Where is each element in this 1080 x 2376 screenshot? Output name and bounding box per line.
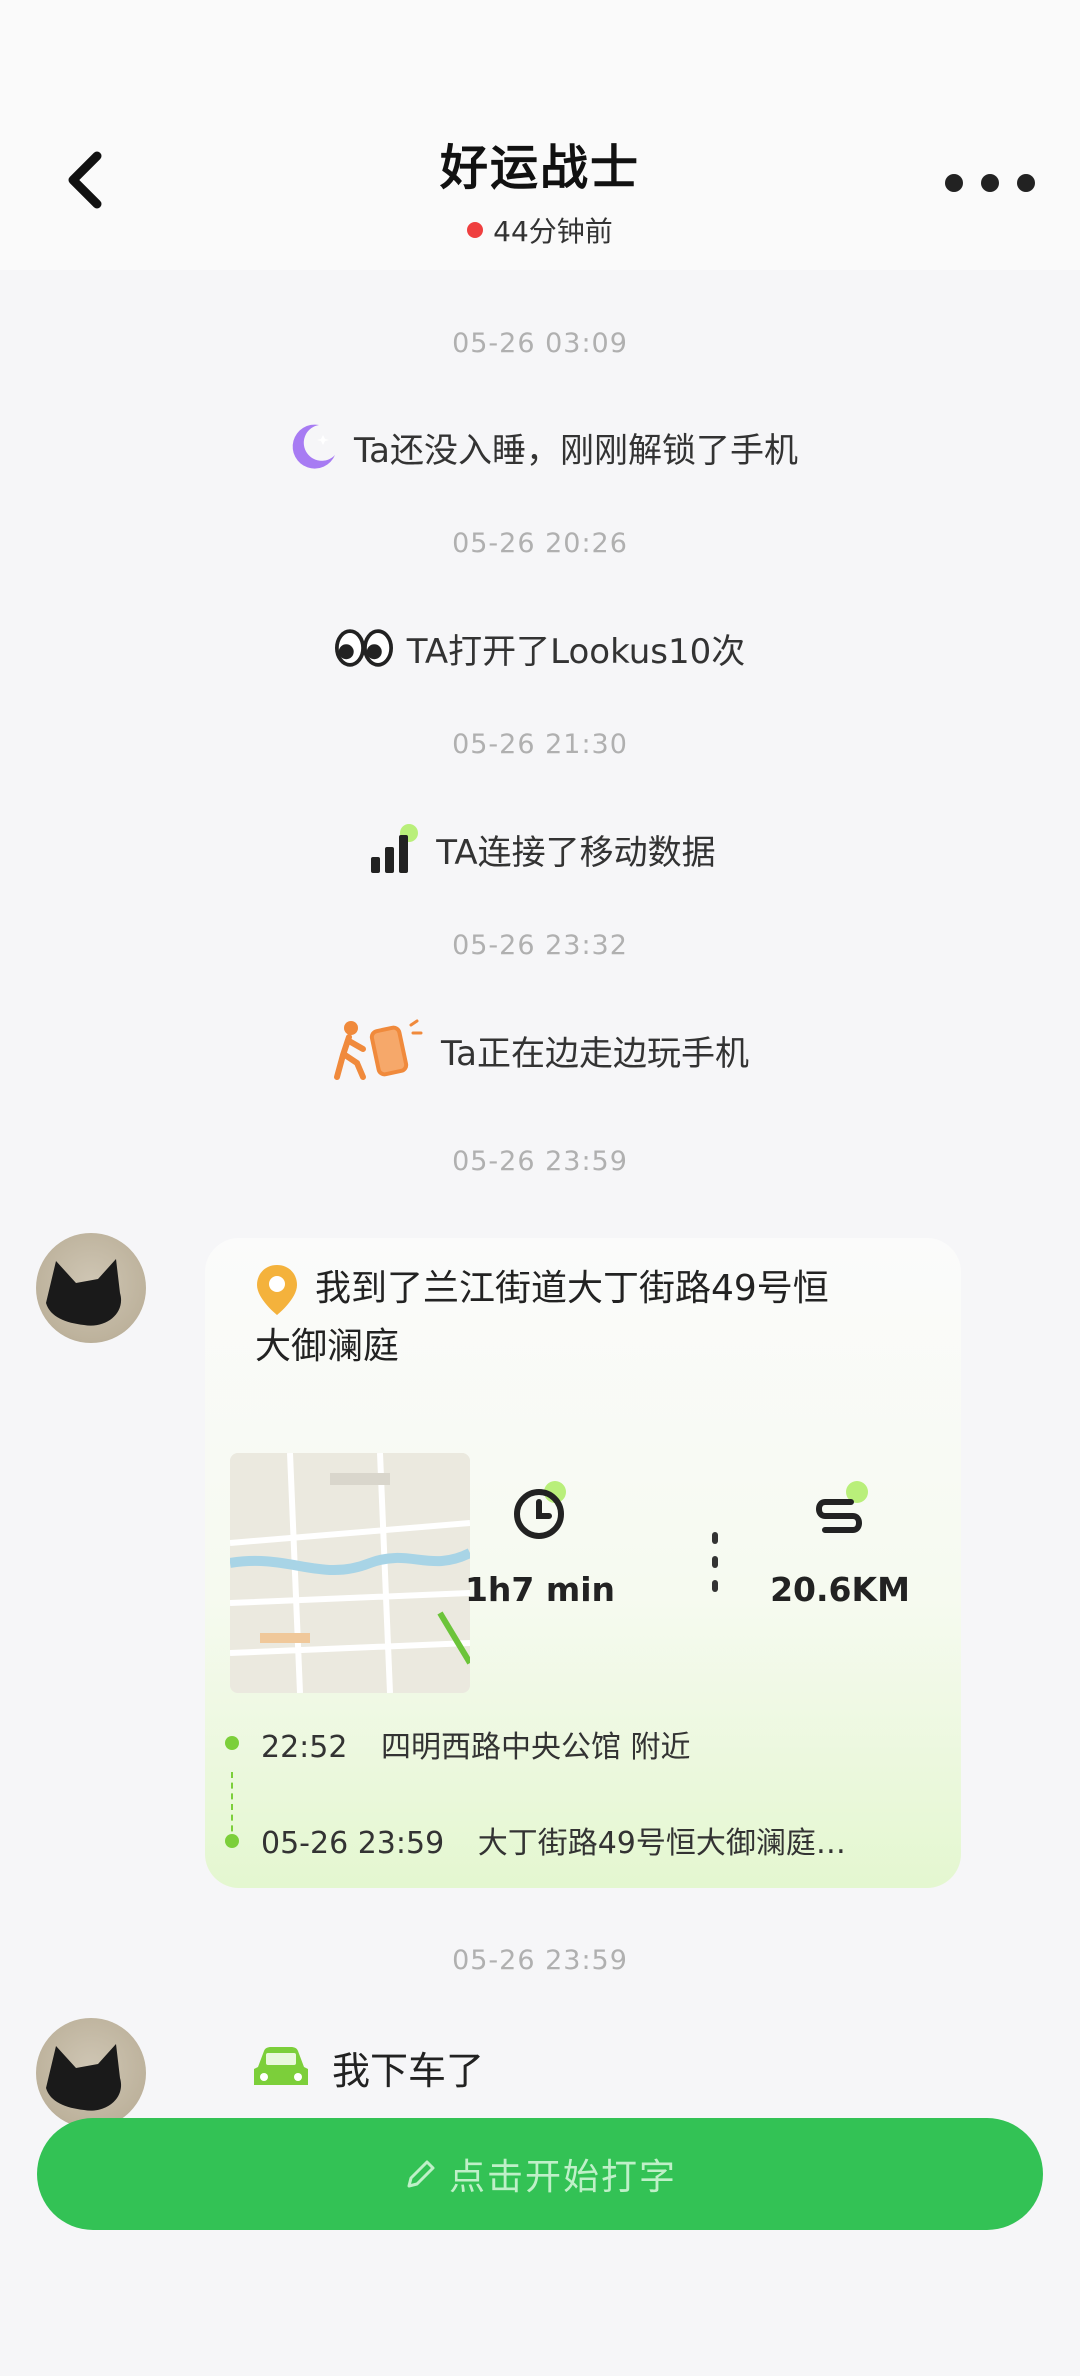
route-start: 22:52 四明西路中央公馆 附近 (261, 1722, 691, 1766)
location-title: 我到了兰江街道大丁街路49号恒大御澜庭 (255, 1260, 855, 1376)
event-text: TA打开了Lookus10次 (406, 631, 746, 672)
message-bubble: 我下车了 (250, 2040, 484, 2095)
car-icon (254, 2046, 308, 2085)
map-image (230, 1453, 470, 1693)
duration-stat: 1h7 min (435, 1478, 645, 1609)
event-text: Ta正在边走边玩手机 (441, 1033, 749, 1074)
signal-icon (364, 820, 422, 878)
more-button[interactable] (945, 165, 1035, 201)
timestamp: 05-26 23:32 (452, 930, 628, 961)
route-end-dot (225, 1834, 239, 1848)
last-seen-text: 44分钟前 (493, 215, 613, 248)
cat-avatar-image (46, 2044, 122, 2111)
timestamp: 05-26 23:59 (452, 1945, 628, 1976)
pencil-icon (407, 2160, 435, 2188)
event-text: Ta还没入睡，刚刚解锁了手机 (354, 430, 798, 471)
route-start-place: 四明西路中央公馆 附近 (381, 1730, 691, 1765)
location-pin-icon (257, 1265, 297, 1315)
status-dot (467, 222, 484, 238)
more-dot (981, 174, 999, 192)
route-connector (231, 1772, 233, 1842)
timestamp: 05-26 03:09 (452, 328, 628, 359)
cat-avatar-image (46, 1259, 122, 1326)
event-row: Ta还没入睡，刚刚解锁了手机 (0, 418, 1080, 476)
route-icon (816, 1481, 868, 1533)
clock-icon (514, 1481, 566, 1539)
divider-dash (712, 1532, 718, 1544)
divider-dash (712, 1580, 718, 1592)
route-start-time: 22:52 (261, 1730, 348, 1765)
event-row: TA打开了Lookus10次 (0, 619, 1080, 677)
timestamp: 05-26 23:59 (452, 1146, 628, 1177)
duration-value: 1h7 min (464, 1570, 616, 1609)
online-status: 44分钟前 (0, 210, 1080, 250)
more-dot (1017, 174, 1035, 192)
moon-icon (282, 418, 340, 476)
event-row: TA连接了移动数据 (0, 820, 1080, 878)
location-card[interactable]: 我到了兰江街道大丁街路49号恒大御澜庭 1h7 min 20.6KM 22:52… (205, 1238, 961, 1888)
page-title: 好运战士 (439, 140, 640, 196)
timestamp: 05-26 21:30 (452, 729, 628, 760)
route-map-thumbnail[interactable] (230, 1453, 470, 1693)
input-placeholder: 点击开始打字 (448, 2157, 677, 2198)
start-typing-button[interactable]: 点击开始打字 (37, 2118, 1043, 2230)
route-end-time: 05-26 23:59 (261, 1826, 445, 1861)
walking-phone-icon (331, 1018, 427, 1082)
more-dot (945, 174, 963, 192)
location-title-text: 我到了兰江街道大丁街路49号恒大御澜庭 (255, 1268, 829, 1367)
route-end: 05-26 23:59 大丁街路49号恒大御澜庭… (261, 1818, 846, 1862)
distance-value: 20.6KM (770, 1570, 910, 1609)
distance-stat: 20.6KM (735, 1478, 945, 1609)
message-text: 我下车了 (332, 2049, 485, 2093)
avatar[interactable] (36, 2018, 146, 2128)
divider-dash (712, 1556, 718, 1568)
route-end-place: 大丁街路49号恒大御澜庭… (477, 1826, 846, 1861)
eyes-icon (334, 619, 393, 677)
route-start-dot (225, 1736, 239, 1750)
event-row: Ta正在边走边玩手机 (0, 1018, 1080, 1082)
title-block: 好运战士 44分钟前 (0, 128, 1080, 250)
avatar[interactable] (36, 1233, 146, 1343)
header: 好运战士 44分钟前 (0, 0, 1080, 270)
timestamp: 05-26 20:26 (452, 528, 628, 559)
event-text: TA连接了移动数据 (436, 832, 716, 873)
stat-divider (712, 1532, 718, 1592)
